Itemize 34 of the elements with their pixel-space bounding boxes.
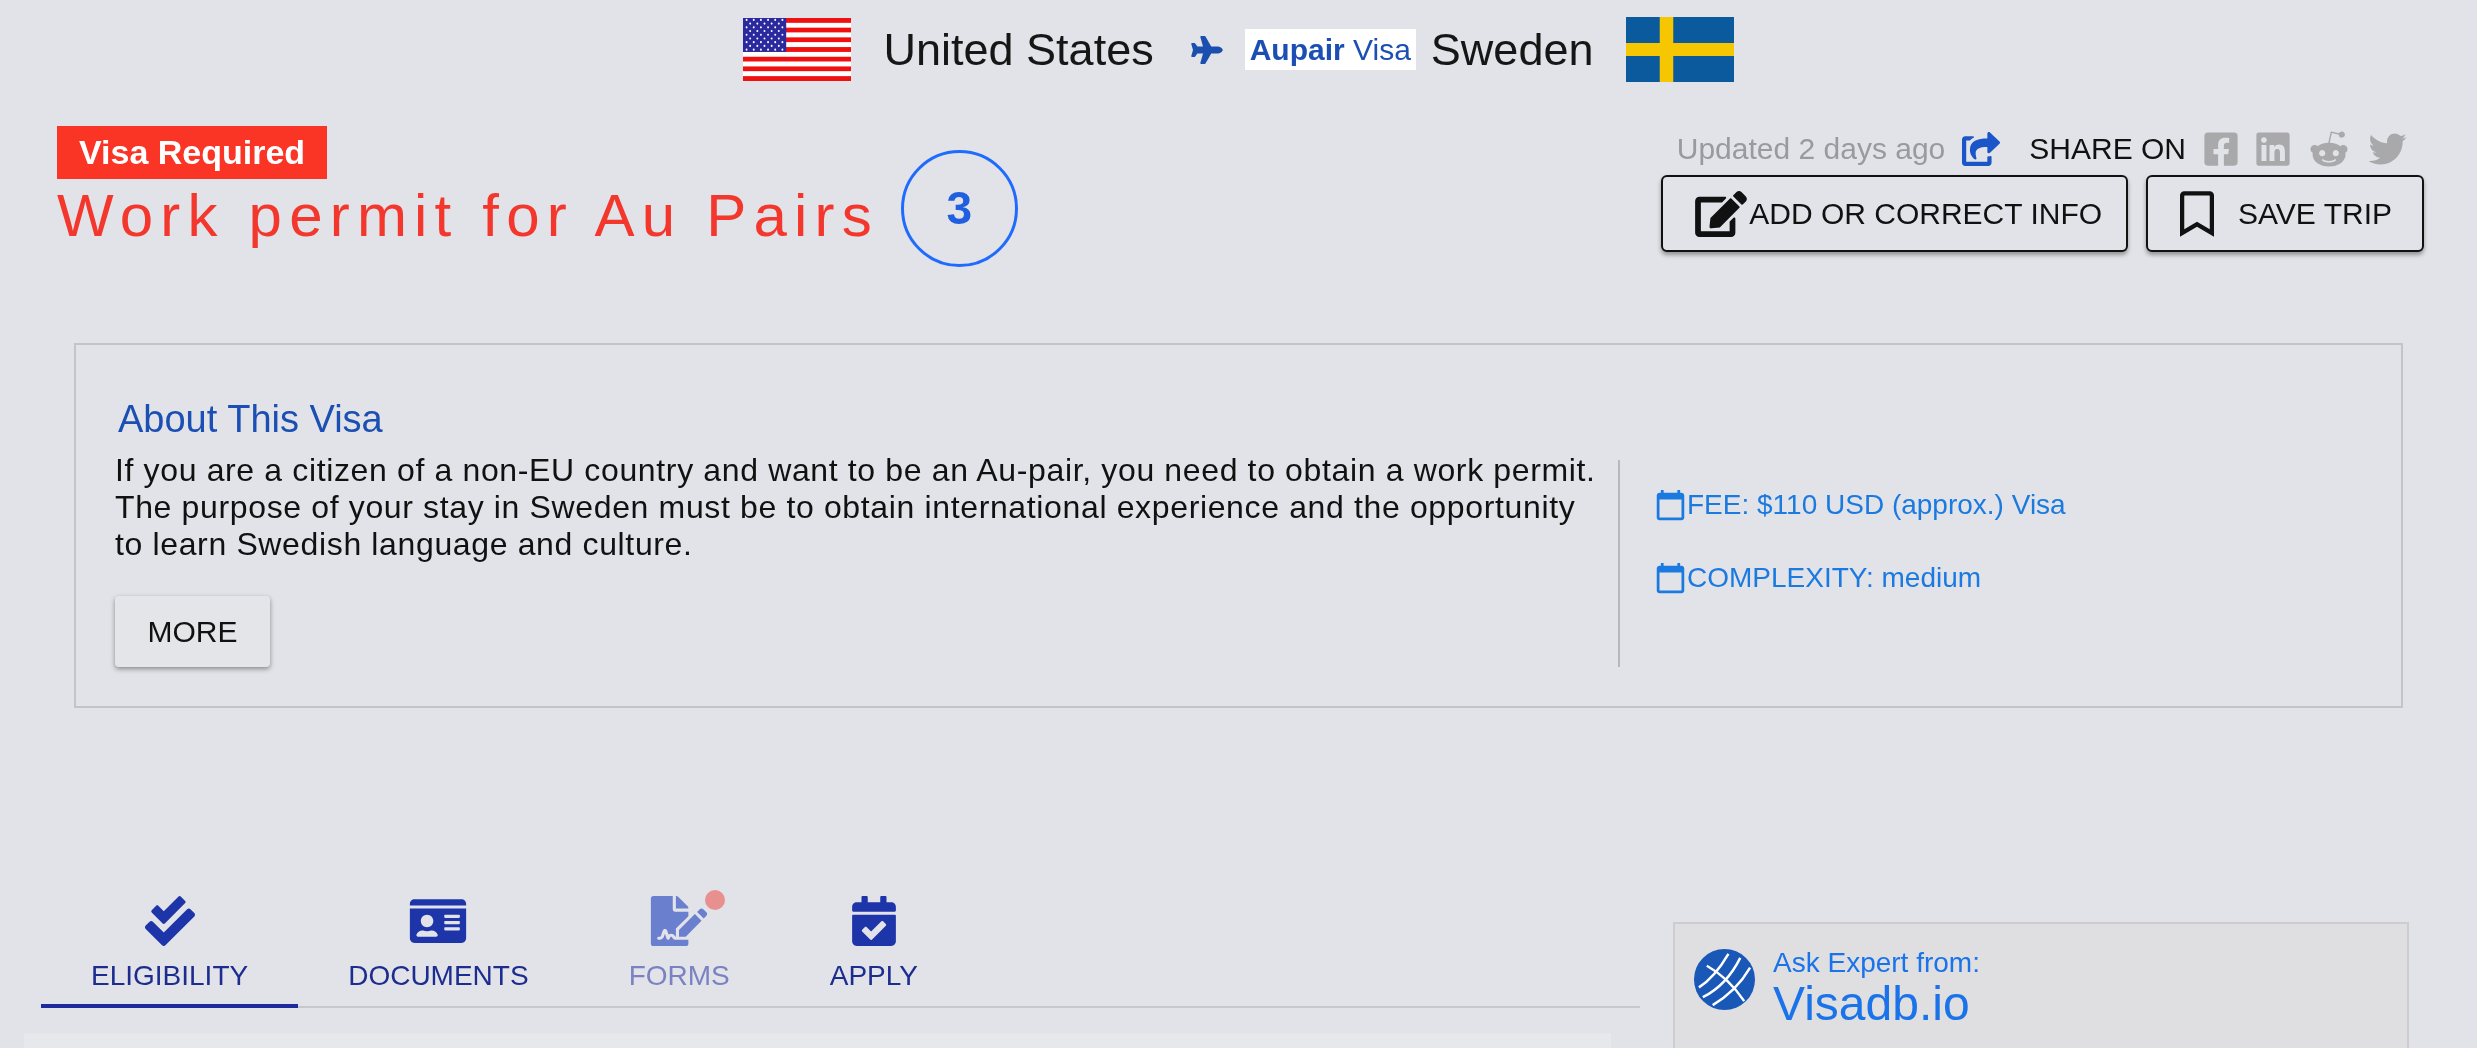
visa-fact: COMPLEXITY: medium bbox=[1687, 564, 1982, 592]
visa-title: Work permit for Au Pairs bbox=[57, 181, 879, 251]
us-flag-icon bbox=[742, 18, 851, 81]
section-tab[interactable]: APPLY bbox=[779, 890, 968, 1008]
visa-fact: FEE: $110 USD (approx.) Visa bbox=[1687, 491, 2066, 519]
origin-country: United States bbox=[883, 27, 1154, 72]
section-tab[interactable]: ELIGIBILITY bbox=[41, 890, 299, 1008]
calendar-icon bbox=[1654, 560, 1687, 596]
updated-time: Updated 2 days ago bbox=[1676, 134, 1946, 164]
share-icon[interactable] bbox=[1962, 132, 2001, 166]
visa-type-label: Aupair Visa bbox=[1244, 29, 1416, 70]
about-description: If you are a citizen of a non-EU country and want to be an Au-pair, you need to obtain a work permit. The purpose of your stay in Sweden must be to obtain international experience and the opportunity to learn Swedish language and culture. bbox=[115, 452, 1597, 563]
add-or-correct-info-button[interactable]: ADD OR CORRECT INFO bbox=[1661, 175, 2129, 252]
about-heading: About This Visa bbox=[118, 398, 383, 440]
airplane-icon bbox=[1190, 35, 1223, 64]
calendar-icon bbox=[1654, 487, 1687, 523]
more-button[interactable]: MORE bbox=[115, 596, 270, 667]
bookmark-icon bbox=[2180, 190, 2215, 237]
double-check-icon bbox=[144, 896, 195, 946]
destination-country: Sweden bbox=[1430, 27, 1594, 72]
id-card-icon bbox=[408, 896, 469, 946]
save-trip-button[interactable]: SAVE TRIP bbox=[2146, 175, 2424, 252]
expert-brand-name: Visadb.io bbox=[1773, 978, 1971, 1030]
signed-document-icon bbox=[650, 896, 709, 946]
edit-icon bbox=[1695, 190, 1748, 237]
visa-required-badge: Visa Required bbox=[57, 126, 328, 179]
ask-expert-prompt: Ask Expert from: bbox=[1773, 948, 1980, 978]
calendar-check-icon bbox=[851, 896, 896, 946]
share-label: SHARE ON bbox=[2029, 134, 2186, 164]
linkedin-icon[interactable] bbox=[2255, 130, 2291, 168]
globe-icon bbox=[1692, 948, 1757, 1011]
section-tab[interactable]: DOCUMENTS bbox=[298, 890, 579, 1008]
sweden-flag-icon bbox=[1626, 17, 1735, 82]
facebook-icon[interactable] bbox=[2203, 130, 2239, 168]
